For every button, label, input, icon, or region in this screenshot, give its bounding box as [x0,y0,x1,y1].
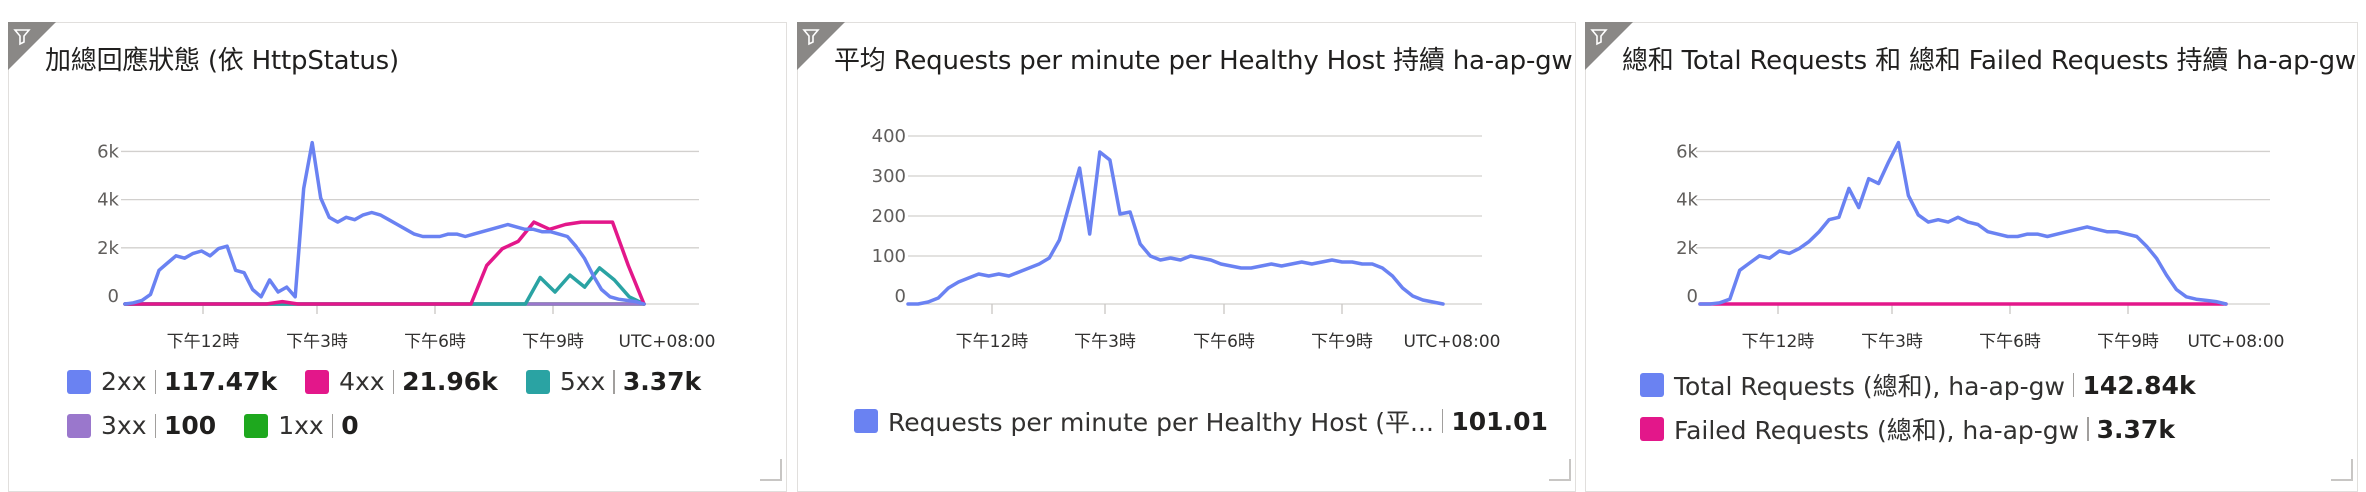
y-tick-label: 2k [1676,238,1698,259]
x-tick-label: 下午6時 [1979,332,2041,352]
legend-value-3xx: 100 [164,411,217,440]
chart-total-failed-requests[interactable]: 0 2k 4k 6k 下午12時 下午3時 下午6時 下午9時 UTC+08:00 [1586,23,2359,363]
legend-value-total: 142.84k [2082,370,2196,400]
chart-http-status[interactable]: 0 2k 4k 6k 下午12時 下午3時 下午6時 下午9時 UTC+08:00 [9,23,788,363]
x-tick-label: 下午6時 [404,332,466,352]
y-tick-label: 6k [97,141,119,162]
legend-row-1: Total Requests (總和), ha-ap-gw 142.84k [1640,367,2224,403]
legend-label-total: Total Requests (總和), ha-ap-gw [1674,372,2065,401]
legend-row-1: 2xx 117.47k 4xx 21.96k 5xx 3.37k [67,367,729,396]
legend-swatch-4xx [305,369,330,394]
legend-value-failed: 3.37k [2096,414,2175,444]
y-tick-label: 2k [97,238,119,259]
legend-label-1xx: 1xx [278,411,324,440]
series-line-total-requests-ha-ap-gw [1698,140,2228,306]
x-tick-label: 下午3時 [1074,332,1136,352]
legend-separator [613,369,615,394]
legend-label-5xx: 5xx [559,367,606,396]
series-line-5xx [123,266,646,306]
x-tick-label: 下午12時 [956,332,1029,352]
tile-total-failed-requests[interactable]: 總和 Total Requests 和 總和 Failed Requests 持… [1585,22,2358,492]
y-tick-label: 4k [1676,190,1698,211]
legend-value-1xx: 0 [341,411,359,440]
x-tick-label: 下午3時 [286,332,348,352]
y-tick-label: 0 [895,286,906,307]
legend-item-2xx[interactable]: 2xx 117.47k [67,367,277,396]
x-tick-label: 下午6時 [1193,332,1255,352]
y-tick-label: 0 [108,286,119,307]
legend-swatch-2xx [67,369,91,394]
legend-label-2xx: 2xx [101,367,147,396]
series-line-requests-per-minute-per-healthy-host- [906,150,1445,306]
timezone-label: UTC+08:00 [1404,332,1501,352]
legend-swatch-3xx [67,413,91,438]
legend-label-failed: Failed Requests (總和), ha-ap-gw [1674,416,2080,445]
legend-item-1xx[interactable]: 1xx 0 [244,411,359,440]
x-tick-label: 下午9時 [1311,332,1373,352]
y-tick-label: 300 [872,166,906,187]
y-tick-label: 400 [872,126,906,147]
legend-value: 101.01 [1451,406,1548,436]
x-tick-label: 下午9時 [522,332,584,352]
x-tick-label: 下午3時 [1861,332,1923,352]
y-tick-label: 4k [97,190,119,211]
legend-swatch-1xx [244,413,269,438]
legend-value-2xx: 117.47k [164,367,278,396]
y-tick-label: 200 [872,206,906,227]
resize-handle[interactable] [1549,459,1571,481]
legend-label: Requests per minute per Healthy Host (平.… [888,408,1434,437]
legend-separator [2072,373,2075,397]
legend-separator [154,413,156,438]
x-tick-label: 下午12時 [167,332,240,352]
timezone-label: UTC+08:00 [2188,332,2285,352]
x-tick-label: 下午12時 [1742,332,1815,352]
legend-swatch-failed [1640,417,1664,441]
legend-item-requests-per-host[interactable]: Requests per minute per Healthy Host (平.… [854,403,1548,439]
tile-requests-per-host[interactable]: 平均 Requests per minute per Healthy Host … [797,22,1576,492]
resize-handle[interactable] [760,459,782,481]
tile-http-status[interactable]: 加總回應狀態 (依 HttpStatus) 0 2k 4k 6k 下午12時 下午3時 下午… [8,22,787,492]
legend-separator [392,369,395,394]
legend-item-total-requests[interactable]: Total Requests (總和), ha-ap-gw 142.84k [1640,367,2196,403]
legend-swatch-5xx [525,369,550,394]
y-tick-label: 0 [1687,286,1698,307]
legend-label-3xx: 3xx [101,411,147,440]
legend-swatch-total [1640,373,1664,397]
legend-label-4xx: 4xx [339,367,385,396]
resize-handle[interactable] [2331,459,2353,481]
legend-item-4xx[interactable]: 4xx 21.96k [305,367,498,396]
chart-requests-per-host[interactable]: 0 100 200 300 400 下午12時 下午3時 下午6時 下午9時 UTC+08:00 [798,23,1577,363]
legend-value-5xx: 3.37k [622,367,702,396]
legend-value-4xx: 21.96k [402,367,498,396]
legend-separator [2087,417,2089,441]
timezone-label: UTC+08:00 [619,332,716,352]
legend-row-1: Requests per minute per Healthy Host (平.… [854,403,1576,439]
legend-separator [154,369,156,394]
legend-row-2: Failed Requests (總和), ha-ap-gw 3.37k [1640,411,2203,447]
y-tick-label: 100 [872,246,906,267]
legend-separator [331,413,334,438]
legend-row-2: 3xx 100 1xx 0 [67,411,387,440]
legend-item-failed-requests[interactable]: Failed Requests (總和), ha-ap-gw 3.37k [1640,411,2175,447]
legend-separator [1441,409,1444,433]
legend-item-3xx[interactable]: 3xx 100 [67,411,216,440]
legend-swatch [854,409,878,433]
x-tick-label: 下午9時 [2097,332,2159,352]
y-tick-label: 6k [1676,141,1698,162]
legend-item-5xx[interactable]: 5xx 3.37k [525,367,702,396]
